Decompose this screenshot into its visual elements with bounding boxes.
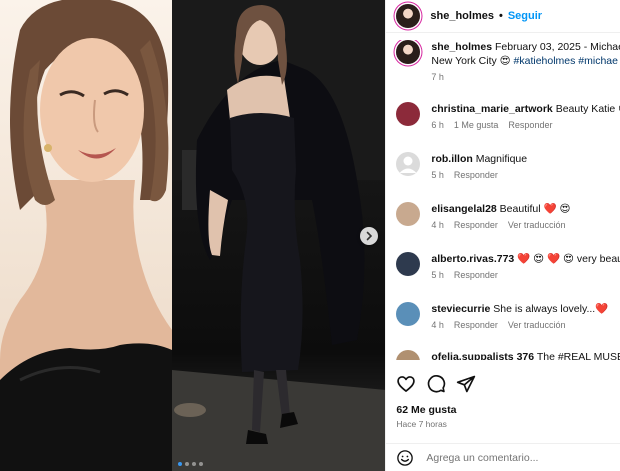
caption-meta: 7 h xyxy=(431,72,620,82)
comment-text-line: alberto.rivas.773 ❤️ 😍 ❤️ 😍 very beaut xyxy=(431,252,620,266)
caption-time: 7 h xyxy=(431,72,444,82)
comment-text: ❤️ 😍 ❤️ 😍 very beaut xyxy=(517,253,620,265)
comment-text: Beautiful ❤️ 😍 xyxy=(499,203,571,215)
comment-text-line: ofelia.suppalists 376 The #REAL MUSE xyxy=(431,350,620,360)
comment-username[interactable]: steviecurrie xyxy=(431,303,490,315)
portrait-illustration xyxy=(0,0,172,471)
comment-item: rob.illon Magnifique 5 h Responder xyxy=(386,152,620,202)
comment-meta: 6 h 1 Me gusta Responder xyxy=(431,120,620,130)
comment-username[interactable]: ofelia.suppalists 376 xyxy=(431,351,534,360)
street-photo xyxy=(172,0,386,471)
carousel-indicator xyxy=(178,462,203,466)
caption: she_holmes February 03, 2025 - Michael N… xyxy=(386,40,620,102)
comment-item: ofelia.suppalists 376 The #REAL MUSE xyxy=(386,350,620,360)
action-bar xyxy=(396,374,476,394)
comment-likes[interactable]: 1 Me gusta xyxy=(454,120,499,130)
heart-icon[interactable] xyxy=(396,374,416,394)
comment-text-line: elisangelal28 Beautiful ❤️ 😍 xyxy=(431,202,620,216)
comment-body: christina_marie_artwork Beauty Katie 😍 6… xyxy=(431,102,620,152)
reply-button[interactable]: Responder xyxy=(454,320,498,330)
comment-body: rob.illon Magnifique 5 h Responder xyxy=(431,152,620,202)
comment-text: The #REAL MUSE xyxy=(536,351,620,360)
caption-line-1: she_holmes February 03, 2025 - Michael xyxy=(431,40,620,54)
comment-meta: 4 h Responder Ver traducción xyxy=(431,320,620,330)
default-avatar-icon xyxy=(399,156,417,173)
follow-button[interactable]: Seguir xyxy=(508,10,542,22)
carousel-dot xyxy=(192,462,196,466)
comment-text: Magnifique xyxy=(475,153,528,165)
caption-avatar[interactable] xyxy=(396,40,421,64)
comment-text: She is always lovely...❤️ xyxy=(493,303,609,315)
comment-username[interactable]: alberto.rivas.773 xyxy=(431,253,514,265)
comment-meta: 4 h Responder Ver traducción xyxy=(431,220,620,230)
comment-time: 5 h xyxy=(431,170,444,180)
reply-button[interactable]: Responder xyxy=(454,270,498,280)
comment-time: 6 h xyxy=(431,120,444,130)
comment-avatar[interactable] xyxy=(396,252,421,276)
comment-input[interactable] xyxy=(424,450,609,465)
street-illustration xyxy=(172,0,386,471)
carousel-dot xyxy=(199,462,203,466)
translate-button[interactable]: Ver traducción xyxy=(508,320,566,330)
comments-list[interactable]: she_holmes February 03, 2025 - Michael N… xyxy=(386,40,620,360)
post-media xyxy=(0,0,386,471)
header-separator: • xyxy=(498,10,503,22)
comment-username[interactable]: elisangelal28 xyxy=(431,203,496,215)
reply-button[interactable]: Responder xyxy=(508,120,552,130)
comment-avatar[interactable] xyxy=(396,302,421,326)
comment-body: alberto.rivas.773 ❤️ 😍 ❤️ 😍 very beaut 5… xyxy=(431,252,620,302)
comment-body: elisangelal28 Beautiful ❤️ 😍 4 h Respond… xyxy=(431,202,620,252)
comment-username[interactable]: christina_marie_artwork xyxy=(431,103,552,115)
comment-meta: 5 h Responder xyxy=(431,270,620,280)
comment-time: 5 h xyxy=(431,270,444,280)
comment-meta: 5 h Responder xyxy=(431,170,620,180)
comment-avatar[interactable] xyxy=(396,202,421,226)
comment-icon[interactable] xyxy=(426,374,446,394)
comment-text: Beauty Katie 😍 xyxy=(555,103,620,115)
carousel-dot xyxy=(178,462,182,466)
comment-item: steviecurrie She is always lovely...❤️ 4… xyxy=(386,302,620,350)
caption-hashtags[interactable]: #katieholmes #michae xyxy=(514,55,618,67)
comment-text-line: steviecurrie She is always lovely...❤️ xyxy=(431,302,620,316)
instagram-post: she_holmes • Seguir she_holmes February … xyxy=(0,0,620,471)
caption-username[interactable]: she_holmes xyxy=(431,41,492,53)
comment-body: steviecurrie She is always lovely...❤️ 4… xyxy=(431,302,620,350)
comment-time: 4 h xyxy=(431,320,444,330)
comment-text-line: christina_marie_artwork Beauty Katie 😍 xyxy=(431,102,620,116)
chevron-right-icon xyxy=(366,231,373,241)
caption-body: she_holmes February 03, 2025 - Michael N… xyxy=(431,40,620,102)
share-icon[interactable] xyxy=(456,374,476,394)
comment-avatar[interactable] xyxy=(396,102,421,126)
comment-username[interactable]: rob.illon xyxy=(431,153,472,165)
caption-location: New York City 😍 xyxy=(431,55,514,67)
comment-time: 4 h xyxy=(431,220,444,230)
comment-body: ofelia.suppalists 376 The #REAL MUSE xyxy=(431,350,620,360)
comment-text-line: rob.illon Magnifique xyxy=(431,152,620,166)
next-slide-button[interactable] xyxy=(360,227,378,245)
author-username[interactable]: she_holmes xyxy=(430,10,494,22)
author-avatar[interactable] xyxy=(396,4,421,28)
comment-item: alberto.rivas.773 ❤️ 😍 ❤️ 😍 very beaut 5… xyxy=(386,252,620,302)
carousel-dot xyxy=(185,462,189,466)
comment-item: christina_marie_artwork Beauty Katie 😍 6… xyxy=(386,102,620,152)
likes-count[interactable]: 62 Me gusta xyxy=(396,404,456,416)
portrait-photo xyxy=(0,0,172,471)
post-side-panel: she_holmes • Seguir she_holmes February … xyxy=(385,0,620,471)
post-header: she_holmes • Seguir xyxy=(386,0,620,33)
comment-avatar[interactable] xyxy=(396,152,421,176)
translate-button[interactable]: Ver traducción xyxy=(508,220,566,230)
reply-button[interactable]: Responder xyxy=(454,170,498,180)
add-comment-bar xyxy=(386,443,620,471)
comment-avatar[interactable] xyxy=(396,350,421,360)
caption-text: February 03, 2025 - Michael xyxy=(495,41,620,53)
post-time: Hace 7 horas xyxy=(396,419,447,429)
reply-button[interactable]: Responder xyxy=(454,220,498,230)
emoji-icon[interactable] xyxy=(396,449,414,467)
caption-line-2: New York City 😍 #katieholmes #michae xyxy=(431,54,620,68)
comment-item: elisangelal28 Beautiful ❤️ 😍 4 h Respond… xyxy=(386,202,620,252)
